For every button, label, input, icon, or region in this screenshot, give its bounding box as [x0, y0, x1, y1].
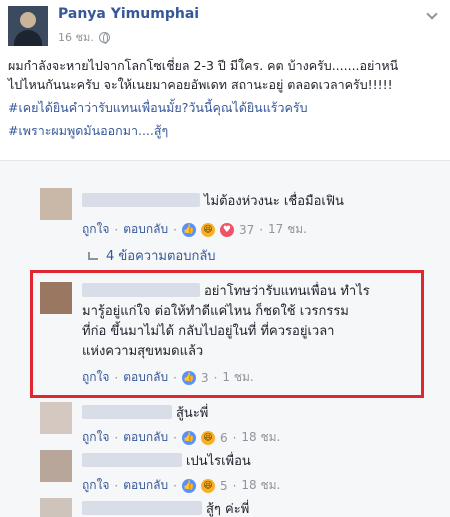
comment-actions: ถูกใจ · ตอบกลับ · 👍 😆 ♥ 37 · 17 ชม. — [82, 220, 307, 239]
reply-link[interactable]: ตอบกลับ — [123, 428, 168, 447]
hashtag-link[interactable]: #เคยได้ยินคำว่ารับแทนเพื่อนมั้ย?วันนี้คุ… — [8, 98, 438, 117]
like-link[interactable]: ถูกใจ — [82, 428, 109, 447]
commenter-avatar[interactable] — [40, 450, 72, 482]
commenter-name[interactable] — [82, 501, 202, 515]
hashtag-link[interactable]: #เพราะผมพูดมันออกมา....สู้ๆ — [8, 121, 438, 140]
reply-link[interactable]: ตอบกลับ — [123, 476, 168, 495]
comment-actions: ถูกใจ · ตอบกลับ · 👍 😆 6 · 18 ชม. — [82, 428, 280, 447]
comment-actions: ถูกใจ · ตอบกลับ · 👍 3 · 1 ชม. — [82, 368, 254, 387]
commenter-name[interactable] — [82, 453, 182, 467]
thumbs-up-icon: 👍 — [181, 370, 196, 385]
commenter-name[interactable] — [82, 193, 200, 207]
reaction-count[interactable]: 3 — [201, 371, 209, 385]
comment-age[interactable]: 17 ชม. — [268, 220, 307, 239]
commenter-avatar[interactable] — [40, 402, 72, 434]
comment-text: ไม่ต้องห่วงนะ เชื่อมือเฟิน — [82, 192, 344, 212]
comment-text: สู้ๆ ค่ะพี่ — [82, 500, 249, 517]
commenter-avatar[interactable] — [40, 188, 72, 220]
thumbs-up-icon: 👍 — [181, 222, 196, 237]
like-link[interactable]: ถูกใจ — [82, 220, 109, 239]
commenter-name[interactable] — [82, 283, 200, 297]
haha-icon: 😆 — [200, 222, 215, 237]
comment-age[interactable]: 18 ชม. — [241, 476, 280, 495]
haha-icon: 😆 — [200, 430, 215, 445]
chevron-down-icon[interactable] — [426, 8, 438, 20]
comment-age[interactable]: 1 ชม. — [222, 368, 253, 387]
post-text-line: ไปไหนกันนะครับ จะให้เนยมาคอยอัพเดท สถานะ… — [8, 77, 393, 92]
reply-link[interactable]: ตอบกลับ — [123, 220, 168, 239]
post-text-line: ผมกำลังจะหายไปจากโลกโซเชี่ยล 2-3 ปี มีใค… — [8, 58, 399, 73]
reaction-count[interactable]: 6 — [220, 431, 228, 445]
author-name[interactable]: Panya Yimumphai — [58, 6, 199, 22]
love-icon: ♥ — [219, 222, 234, 237]
post-meta: 16 ชม. — [58, 28, 110, 46]
comment-actions: ถูกใจ · ตอบกลับ · 👍 😆 5 · 18 ชม. — [82, 476, 280, 495]
comment-text: เปนไรเพื่อน — [82, 452, 251, 472]
post-time[interactable]: 16 ชม. — [58, 28, 94, 46]
comment-text: อย่าโทษว่ารับแทนเพื่อน ทำไร มารู้อยู่แก่… — [82, 283, 370, 359]
like-link[interactable]: ถูกใจ — [82, 368, 109, 387]
reaction-count[interactable]: 37 — [239, 223, 254, 237]
author-avatar[interactable] — [8, 6, 48, 46]
thumbs-up-icon: 👍 — [181, 478, 196, 493]
comment-age[interactable]: 18 ชม. — [241, 428, 280, 447]
haha-icon: 😆 — [200, 478, 215, 493]
reply-arrow-icon — [88, 251, 98, 260]
globe-icon — [98, 31, 110, 44]
post-body: ผมกำลังจะหายไปจากโลกโซเชี่ยล 2-3 ปี มีใค… — [8, 56, 438, 144]
view-replies-link[interactable]: 4 ข้อความตอบกลับ — [88, 245, 216, 266]
like-link[interactable]: ถูกใจ — [82, 476, 109, 495]
post-card: Panya Yimumphai 16 ชม. ผมกำลังจะหายไปจาก… — [0, 0, 450, 160]
reaction-count[interactable]: 5 — [220, 479, 228, 493]
commenter-avatar[interactable] — [40, 498, 72, 517]
commenter-avatar[interactable] — [40, 282, 72, 314]
commenter-name[interactable] — [82, 405, 172, 419]
comment-text: สู้นะพี่ — [82, 404, 208, 424]
reply-link[interactable]: ตอบกลับ — [123, 368, 168, 387]
thumbs-up-icon: 👍 — [181, 430, 196, 445]
